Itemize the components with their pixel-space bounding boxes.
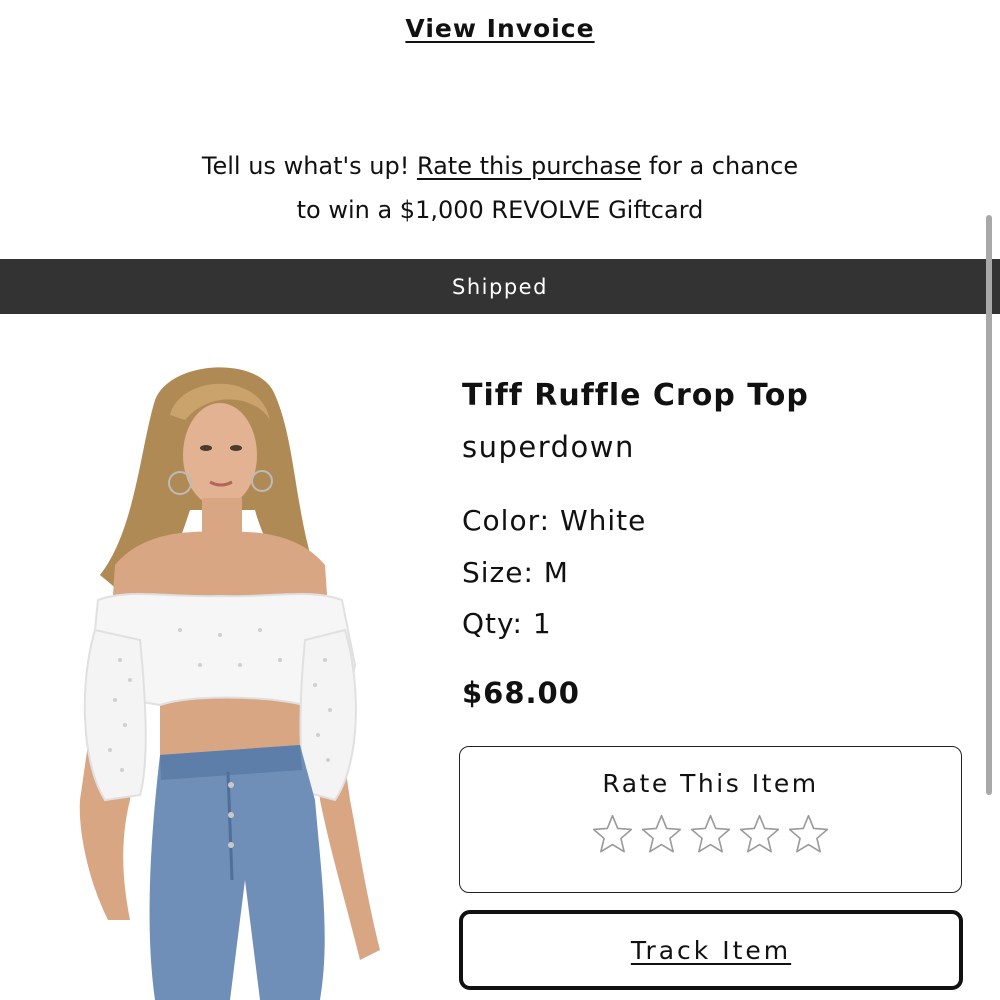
product-brand[interactable]: superdown (462, 430, 635, 464)
product-name[interactable]: Tiff Ruffle Crop Top (462, 378, 809, 413)
product-qty: Qty: 1 (462, 607, 552, 640)
scrollbar-thumb[interactable] (986, 215, 992, 795)
track-item-button[interactable]: Track Item (459, 910, 963, 990)
status-label: Shipped (452, 274, 548, 299)
rate-item-box: Rate This Item (459, 746, 962, 893)
track-item-label: Track Item (630, 935, 792, 965)
promo-line-2: to win a $1,000 REVOLVE Giftcard (296, 196, 704, 224)
promo-line-1: Tell us what's up! Rate this purchase fo… (0, 144, 1000, 188)
rate-this-purchase-link[interactable]: Rate this purchase (417, 152, 641, 180)
star-outline-icon[interactable] (787, 813, 830, 856)
star-outline-icon[interactable] (689, 813, 732, 856)
view-invoice-link[interactable]: View Invoice (0, 14, 1000, 43)
rate-item-title: Rate This Item (602, 769, 819, 798)
star-outline-icon[interactable] (591, 813, 634, 856)
star-outline-icon[interactable] (640, 813, 683, 856)
star-outline-icon[interactable] (738, 813, 781, 856)
star-rating (460, 813, 961, 856)
order-status-bar: Shipped (0, 259, 1000, 314)
product-image[interactable] (60, 360, 440, 1000)
promo-text-before: Tell us what's up! (201, 152, 417, 180)
product-color: Color: White (462, 504, 647, 537)
product-size: Size: M (462, 556, 569, 589)
product-price: $68.00 (462, 676, 580, 710)
order-detail-page: View Invoice Tell us what's up! Rate thi… (0, 0, 1000, 1000)
promo-text-after: for a chance (641, 152, 799, 180)
rate-purchase-promo: Tell us what's up! Rate this purchase fo… (0, 144, 1000, 232)
